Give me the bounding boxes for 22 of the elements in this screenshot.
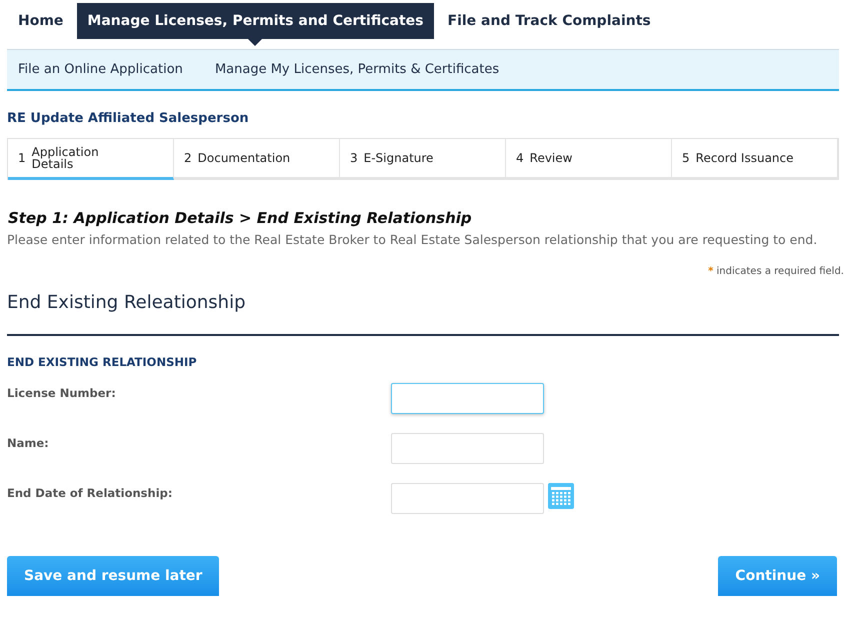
required-note: * indicates a required field. — [708, 265, 844, 279]
field-label: License Number: — [7, 385, 117, 402]
field-label: Name: — [7, 435, 50, 452]
input-field[interactable] — [391, 383, 544, 414]
field-label: End Date of Relationship: — [7, 485, 174, 502]
step-tab[interactable]: 4 Review — [506, 138, 672, 180]
step-tab[interactable]: 2 Documentation — [174, 138, 340, 180]
step-tab[interactable]: 5 Record Issuance — [672, 138, 838, 180]
section-title: End Existing Releationship — [7, 291, 247, 315]
nav-tab[interactable]: File and Track Complaints — [438, 3, 661, 39]
description-text: Please enter information related to the Real Estate Broker to Real Estate Salesperson relationship that you are requesting to end. — [7, 231, 818, 248]
input-field[interactable] — [391, 433, 544, 464]
nav-tab[interactable]: Manage Licenses, Permits and Certificates — [77, 3, 434, 39]
sub-nav-link[interactable]: Manage My Licenses, Permits & Certificates — [214, 60, 500, 80]
step-tab[interactable]: 3 E-Signature — [340, 138, 506, 180]
input-field[interactable] — [391, 483, 544, 514]
subsection-title: END EXISTING RELATIONSHIP — [7, 354, 198, 371]
calendar-icon[interactable] — [548, 483, 574, 510]
step-heading: Step 1: Application Details > End Existing Relationship — [8, 208, 473, 228]
sub-nav-link[interactable]: File an Online Application — [18, 60, 183, 80]
nav-tab[interactable]: Home — [8, 3, 74, 39]
page-title: RE Update Affiliated Salesperson — [7, 110, 250, 128]
